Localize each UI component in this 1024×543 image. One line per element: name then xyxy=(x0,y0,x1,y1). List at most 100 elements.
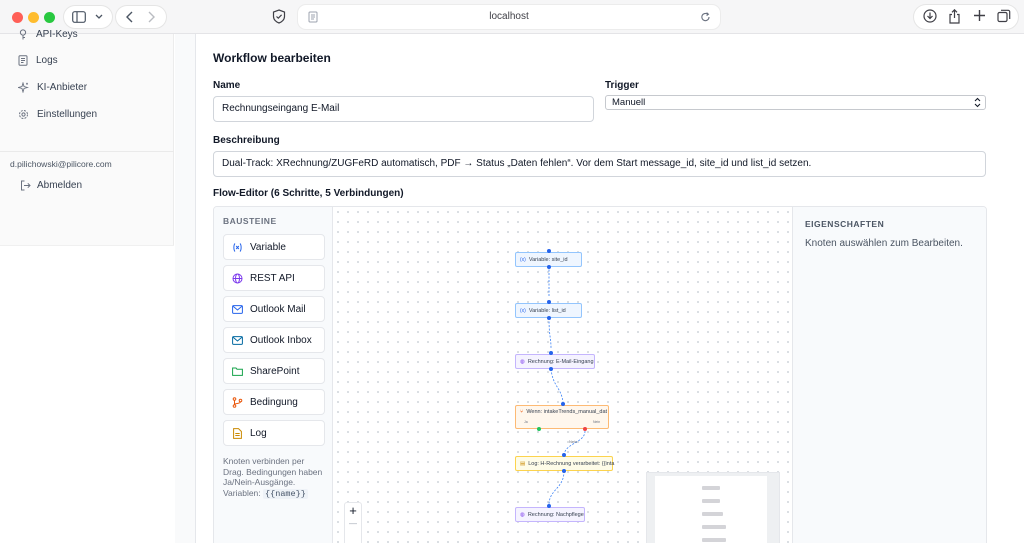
description-label: Beschreibung xyxy=(213,135,280,146)
sidebar-item-logs[interactable]: Logs xyxy=(18,53,58,67)
node-input-port[interactable] xyxy=(562,453,566,457)
minimap[interactable] xyxy=(646,472,780,543)
logout-button[interactable]: Abmelden xyxy=(20,180,82,191)
block-rest-api[interactable]: REST API xyxy=(223,265,325,291)
back-icon[interactable] xyxy=(125,11,135,23)
history-nav xyxy=(116,6,166,28)
node-label: Log: H-Rechnung verarbeitet: {{inta xyxy=(528,460,615,467)
flow-node-condition[interactable]: ⑂ Wenn: intakeTrends_manual_dat Ja Nein xyxy=(515,405,609,429)
shield-icon[interactable] xyxy=(272,9,286,24)
block-outlook-mail[interactable]: Outlook Mail xyxy=(223,296,325,322)
new-tab-icon[interactable] xyxy=(973,9,986,22)
block-outlook-inbox[interactable]: Outlook Inbox xyxy=(223,327,325,353)
block-log[interactable]: Log xyxy=(223,420,325,446)
block-label: Log xyxy=(250,427,267,439)
block-bedingung[interactable]: Bedingung xyxy=(223,389,325,415)
no-output-label: Nein xyxy=(593,420,601,424)
block-label: REST API xyxy=(250,272,295,284)
sidebar-icon xyxy=(72,11,86,23)
sidebar-nav: API-Keys Logs KI-Anbieter Einstellungen … xyxy=(0,29,174,245)
zoom-in-button[interactable]: + xyxy=(345,504,361,518)
node-output-port[interactable] xyxy=(547,265,551,269)
node-input-port[interactable] xyxy=(561,402,565,406)
main-content: Workflow bearbeiten Name Rechnungseingan… xyxy=(175,34,1024,543)
app-sidebar: API-Keys Logs KI-Anbieter Einstellungen … xyxy=(0,29,174,543)
forward-icon[interactable] xyxy=(146,11,156,23)
edge xyxy=(548,317,552,349)
share-icon[interactable] xyxy=(948,9,961,24)
node-output-port[interactable] xyxy=(562,469,566,473)
minimap-node xyxy=(702,512,723,516)
node-input-port[interactable] xyxy=(547,504,551,508)
edge-label-no: Nein xyxy=(569,439,578,444)
node-output-port[interactable] xyxy=(549,367,553,371)
properties-panel: EIGENSCHAFTEN Knoten auswählen zum Bearb… xyxy=(792,207,986,543)
node-label: Rechnung: Nachpflege xyxy=(527,511,584,518)
variable-icon xyxy=(232,242,243,253)
key-icon xyxy=(19,28,27,39)
sidebar-empty-area xyxy=(0,245,174,543)
yes-output-port[interactable] xyxy=(537,427,541,431)
address-bar[interactable]: localhost xyxy=(298,5,720,29)
inbox-icon xyxy=(232,335,243,346)
node-label: Variable: list_id xyxy=(528,307,566,314)
name-label: Name xyxy=(213,80,241,91)
sidebar-item-label: Logs xyxy=(36,54,58,66)
flow-node-rechnung-e-mail-eingang[interactable]: ◍ Rechnung: E-Mail-Eingang xyxy=(515,354,595,369)
select-arrows-icon xyxy=(974,97,981,108)
properties-title: EIGENSCHAFTEN xyxy=(805,219,885,229)
trigger-value: Manuell xyxy=(612,97,646,108)
sidebar-item-api-keys[interactable]: API-Keys xyxy=(18,27,78,41)
sparkle-icon xyxy=(18,81,29,93)
globe-icon: ◍ xyxy=(520,358,525,365)
zoom-out-button[interactable]: — xyxy=(345,518,361,530)
flow-editor: BAUSTEINE Variable REST API Outlook Mail… xyxy=(213,206,987,543)
sidebar-item-label: API-Keys xyxy=(36,28,78,40)
tabs-overview-icon[interactable] xyxy=(997,9,1011,23)
minimap-node xyxy=(702,538,726,542)
block-sharepoint[interactable]: SharePoint xyxy=(223,358,325,384)
no-output-port[interactable] xyxy=(583,427,587,431)
description-input[interactable]: Dual-Track: XRechnung/ZUGFeRD automatisc… xyxy=(213,151,986,177)
user-email: d.pilichowski@pilicore.com xyxy=(10,159,112,169)
blocks-title: BAUSTEINE xyxy=(223,216,277,226)
sidebar-toggle-button[interactable] xyxy=(64,6,112,28)
node-label: Wenn: intakeTrends_manual_dat xyxy=(526,409,608,415)
flow-editor-label: Flow-Editor (6 Schritte, 5 Verbindungen) xyxy=(213,188,404,199)
node-output-port[interactable] xyxy=(547,316,551,320)
logout-icon xyxy=(21,180,31,191)
edge xyxy=(550,368,564,403)
node-input-port[interactable] xyxy=(547,249,551,253)
sidebar-item-ki-anbieter[interactable]: KI-Anbieter xyxy=(18,80,87,94)
close-window-button[interactable] xyxy=(12,12,23,23)
reload-icon[interactable] xyxy=(700,11,711,23)
help-code: {{name}} xyxy=(263,488,308,499)
flow-node-rechnung-nachpflege[interactable]: ◍ Rechnung: Nachpflege xyxy=(515,507,585,522)
minimize-window-button[interactable] xyxy=(28,12,39,23)
mail-icon xyxy=(232,304,243,315)
zoom-controls: + — xyxy=(344,502,362,543)
flow-canvas[interactable]: (x) Variable: site_id (x) Variable: list… xyxy=(333,207,792,543)
logout-label: Abmelden xyxy=(37,180,83,191)
blocks-help-text: Knoten verbinden per Drag. Bedingungen h… xyxy=(223,456,327,499)
block-label: Variable xyxy=(250,241,286,253)
sidebar-item-einstellungen[interactable]: Einstellungen xyxy=(18,107,97,121)
block-variable[interactable]: Variable xyxy=(223,234,325,260)
node-input-port[interactable] xyxy=(549,351,553,355)
name-input[interactable]: Rechnungseingang E-Mail xyxy=(213,96,594,122)
minimap-node xyxy=(702,486,720,490)
block-label: Bedingung xyxy=(250,396,298,408)
sidebar-divider xyxy=(0,151,174,152)
properties-hint: Knoten auswählen zum Bearbeiten. xyxy=(805,238,963,249)
download-icon[interactable] xyxy=(923,9,937,23)
zoom-window-button[interactable] xyxy=(44,12,55,23)
url-text: localhost xyxy=(489,11,529,22)
gear-icon xyxy=(19,109,28,119)
node-label: Rechnung: E-Mail-Eingang xyxy=(527,358,594,365)
globe-icon xyxy=(232,273,243,284)
browser-toolbar: localhost xyxy=(0,0,1024,34)
edge xyxy=(548,470,565,506)
node-input-port[interactable] xyxy=(547,300,551,304)
globe-icon: ◍ xyxy=(520,511,525,518)
trigger-select[interactable]: Manuell xyxy=(605,95,986,110)
